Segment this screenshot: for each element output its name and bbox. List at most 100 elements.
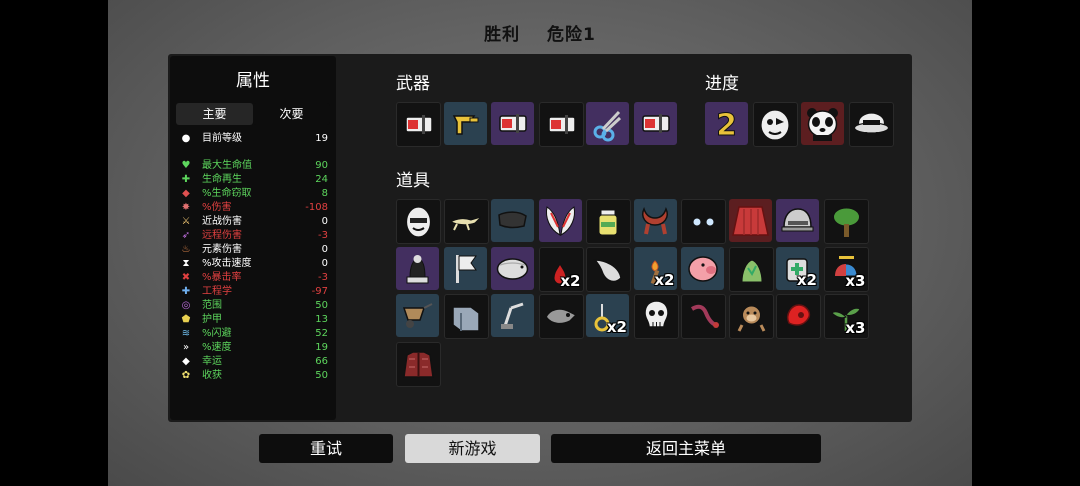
stats-title: 属性 [236, 71, 270, 91]
elemental-icon: ♨ [181, 244, 191, 255]
panda-slot[interactable] [801, 102, 844, 145]
crit-icon: ✖ [181, 272, 191, 283]
attack-speed-icon: ⧗ [182, 258, 190, 269]
ring-slot[interactable]: x2 [586, 294, 629, 337]
page-title: 胜利 危险1 [0, 20, 1080, 45]
new-game-button[interactable]: 新游戏 [405, 434, 540, 463]
tab-secondary[interactable]: 次要 [253, 103, 330, 125]
stat-row-armor: ⬟ 护甲 13 [180, 313, 328, 327]
tardigrade-slot[interactable] [491, 246, 534, 290]
glowing-eyes-slot[interactable] [681, 199, 726, 244]
stat-label: 生命再生 [202, 174, 242, 185]
stat-value: 52 [315, 328, 328, 339]
cape-slot[interactable] [728, 199, 772, 242]
wheelbarrow-slot[interactable] [396, 294, 439, 337]
main-menu-button[interactable]: 返回主菜单 [551, 434, 821, 463]
torch-slot[interactable]: x2 [633, 246, 677, 290]
stat-label: 幸运 [202, 356, 222, 367]
turret-slot[interactable] [491, 294, 534, 337]
stat-value: -3 [318, 272, 328, 283]
wrench-slot[interactable] [443, 102, 487, 145]
harvest-icon: ✿ [181, 370, 191, 381]
dodge-icon: ≋ [181, 328, 191, 339]
stats-panel: 属性 主要 次要 ● 目前等级 19 ♥ 最大生命值 90 ✚ 生命再生 24 ◆ %生命窃取 8 ✸%… [170, 56, 336, 420]
stat-value: 0 [321, 258, 328, 269]
item-quantity: x3 [845, 319, 866, 337]
megaphone-slot[interactable] [396, 102, 441, 147]
stat-label: 范围 [202, 300, 222, 311]
stat-row-melee: ⚔ 近战伤害 0 [180, 215, 328, 229]
monkey-slot[interactable] [728, 294, 774, 339]
pig-slot[interactable] [681, 246, 724, 290]
danger-label: 危险1 [547, 25, 596, 45]
stat-label: 护甲 [202, 314, 222, 325]
stat-label: %伤害 [202, 202, 232, 213]
skull-slot[interactable] [633, 294, 679, 339]
stat-label: 工程学 [202, 286, 232, 297]
scarf-slot[interactable] [491, 199, 534, 242]
claw-slot[interactable] [586, 246, 631, 292]
tab-primary[interactable]: 主要 [176, 103, 253, 125]
stat-row-engineering: ✚ 工程学 -97 [180, 285, 328, 299]
speed-icon: » [182, 342, 190, 353]
item-quantity: x2 [606, 318, 627, 336]
stat-value: 66 [315, 356, 328, 367]
flag-slot[interactable] [443, 246, 487, 290]
stat-value: 19 [315, 342, 328, 353]
megaphone-slot[interactable] [633, 102, 677, 145]
stat-value: 13 [315, 314, 328, 325]
helmet-slot[interactable] [776, 199, 819, 242]
damage-icon: ✸ [181, 202, 191, 213]
stat-row-dodge: ≋ %闪避 52 [180, 327, 328, 341]
svg-text:2: 2 [716, 108, 737, 143]
tree-slot[interactable] [823, 199, 869, 244]
stat-label: %闪避 [202, 328, 232, 339]
stat-row-crit: ✖ %暴击率 -3 [180, 271, 328, 285]
wings-slot[interactable] [538, 199, 582, 242]
stat-value: 0 [321, 216, 328, 227]
snake-slot[interactable] [681, 294, 726, 339]
regen-icon: ✚ [181, 174, 191, 185]
armor-icon: ⬟ [181, 314, 191, 325]
ranged-icon: ➶ [181, 230, 191, 241]
result-label: 胜利 [484, 25, 521, 45]
blood-drop-slot[interactable]: x2 [538, 246, 584, 292]
red-shell-slot[interactable] [776, 294, 821, 339]
statue-slot[interactable] [396, 246, 439, 290]
medkit-slot[interactable]: x2 [776, 246, 819, 290]
sprout-slot[interactable]: x3 [823, 294, 869, 339]
stat-value: 50 [315, 370, 328, 381]
heart-icon: ♥ [181, 160, 191, 171]
book-slot[interactable] [443, 294, 489, 339]
stat-row-level: ● 目前等级 19 [180, 132, 328, 146]
jacket-slot[interactable] [396, 341, 441, 387]
stat-row-heart: ♥ 最大生命值 90 [180, 159, 328, 173]
character-face-slot[interactable] [753, 102, 798, 147]
level-icon: ● [181, 133, 191, 144]
stat-label: 近战伤害 [202, 216, 242, 227]
ghost-tail-slot[interactable] [538, 294, 584, 339]
stat-value: 90 [315, 160, 328, 171]
lizard-slot[interactable] [443, 199, 489, 244]
item-quantity: x3 [845, 271, 866, 290]
egg-mask-slot[interactable] [396, 199, 441, 244]
ufo-slot[interactable] [849, 102, 894, 147]
danger-2-slot[interactable]: 2 [705, 102, 748, 145]
stat-row-speed: » %速度 19 [180, 341, 328, 355]
item-quantity: x2 [560, 271, 581, 290]
potion-slot[interactable] [586, 199, 631, 244]
stat-row-lifesteal: ◆ %生命窃取 8 [180, 187, 328, 201]
horns-slot[interactable] [633, 199, 677, 242]
plant-slot[interactable] [728, 246, 774, 292]
stat-row-harvest: ✿ 收获 50 [180, 369, 328, 383]
megaphone-slot[interactable] [491, 102, 534, 145]
stat-row-elemental: ♨ 元素伤害 0 [180, 243, 328, 257]
stat-row-damage: ✸ %伤害 -108 [180, 201, 328, 215]
scissors-slot[interactable] [586, 102, 629, 145]
stat-value: -97 [311, 286, 328, 297]
retry-button[interactable]: 重试 [259, 434, 393, 463]
stat-value: 24 [315, 174, 328, 185]
propeller-hat-slot[interactable]: x3 [823, 246, 869, 292]
stat-value: 50 [315, 300, 328, 311]
megaphone-slot[interactable] [538, 102, 584, 147]
